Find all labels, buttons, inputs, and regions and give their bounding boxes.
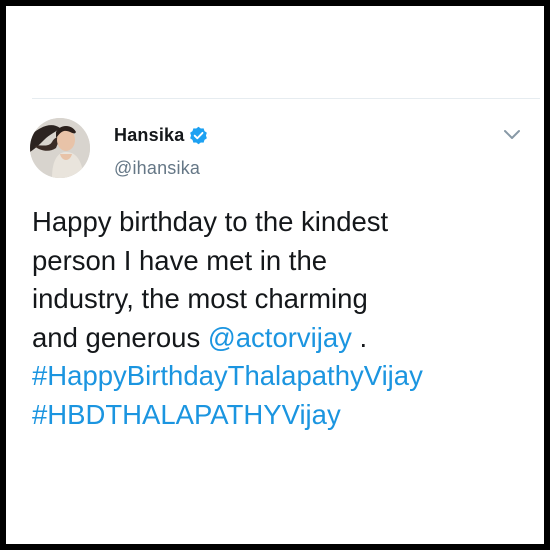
- tweet-card: Hansika @ihansika Happy birthday to the …: [6, 6, 544, 544]
- tweet-line: person I have met in the: [32, 244, 328, 276]
- tweet-line: Happy birthday to the kindest: [32, 206, 389, 237]
- tweet-line: industry, the most charming: [32, 283, 368, 314]
- hashtag-link[interactable]: #HappyBirthdayThalapathyVijay: [32, 357, 532, 396]
- tweet-text-fragment: and generous: [32, 321, 208, 353]
- mention-link[interactable]: @actorvijay: [208, 322, 352, 353]
- tweet-line-with-mention: and generous @actorvijay .: [32, 319, 532, 358]
- display-name[interactable]: Hansika: [114, 125, 184, 146]
- verified-badge-icon: [189, 126, 208, 145]
- hashtag-link[interactable]: #HBDTHALAPATHYVijay: [32, 396, 532, 435]
- chevron-down-icon[interactable]: [502, 128, 522, 142]
- avatar[interactable]: [30, 118, 90, 178]
- tweet-text-fragment: .: [351, 321, 368, 353]
- tweet-text: Happy birthday to the kindest person I h…: [32, 203, 532, 434]
- divider: [32, 98, 540, 99]
- author-name-row[interactable]: Hansika: [114, 125, 208, 146]
- author-handle[interactable]: @ihansika: [114, 158, 200, 179]
- profile-photo-icon: [30, 118, 90, 178]
